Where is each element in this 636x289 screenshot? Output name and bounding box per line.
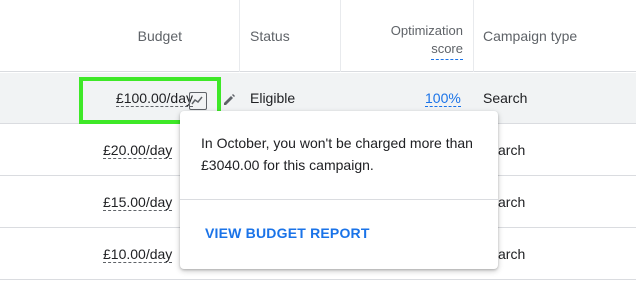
campaign-type-value: Search: [483, 90, 528, 106]
status-value: Eligible: [250, 90, 296, 106]
popup-divider: [180, 199, 498, 200]
optimization-header-line1: Optimization: [390, 23, 463, 38]
optimization-score-value[interactable]: 100%: [425, 90, 461, 107]
campaign-type-value: arch: [498, 142, 526, 158]
budget-value[interactable]: £20.00/day: [103, 142, 173, 159]
column-divider: [340, 0, 341, 72]
view-budget-report-link[interactable]: VIEW BUDGET REPORT: [205, 225, 370, 241]
column-header-campaign-type[interactable]: Campaign type: [483, 0, 623, 72]
campaign-type-value: arch: [498, 194, 526, 210]
budget-value[interactable]: £10.00/day: [103, 246, 173, 263]
pencil-icon[interactable]: [221, 92, 237, 108]
optimization-header-line2: score: [431, 40, 463, 60]
column-header-budget[interactable]: Budget: [0, 0, 239, 72]
column-divider: [473, 0, 474, 72]
budget-value[interactable]: £15.00/day: [103, 194, 173, 211]
popup-message: In October, you won't be charged more th…: [201, 135, 473, 173]
campaign-type-value: arch: [498, 246, 526, 262]
column-header-optimization-score[interactable]: Optimization score: [345, 22, 463, 60]
column-divider: [239, 0, 240, 72]
budget-tooltip-popup: In October, you won't be charged more th…: [180, 111, 498, 269]
column-header-status[interactable]: Status: [250, 0, 340, 72]
table-header: Budget Status Optimization score Campaig…: [0, 0, 636, 72]
